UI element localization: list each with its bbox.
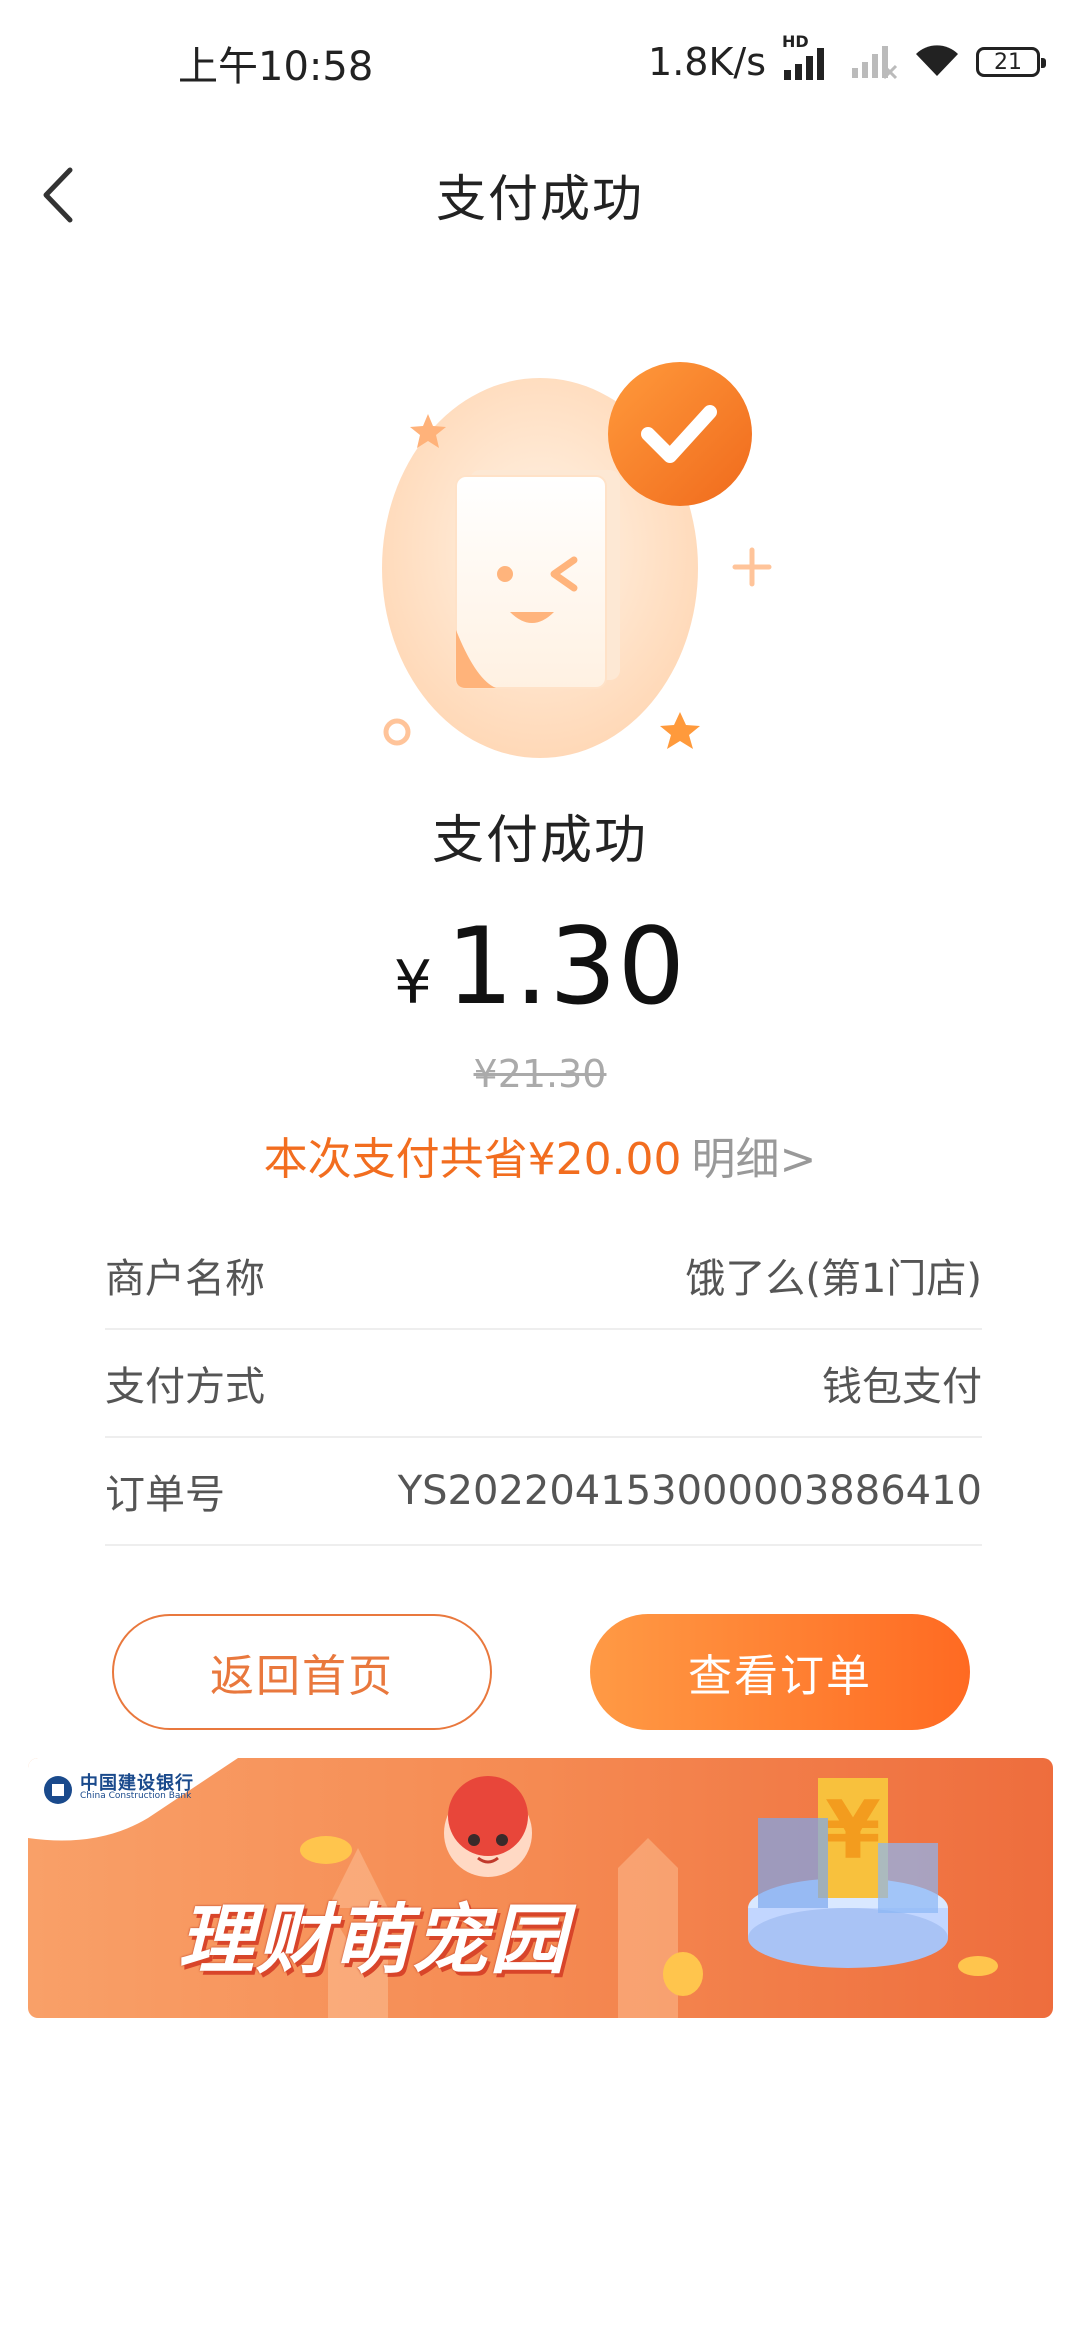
- saving-text: 本次支付共省¥20.00: [263, 1134, 682, 1185]
- success-title: 支付成功: [431, 811, 648, 871]
- amount-value: 1.30: [446, 905, 687, 1028]
- info-label: 商户名称: [105, 1256, 265, 1302]
- signal-icon: HD: [780, 32, 836, 84]
- original-amount: ¥21.30: [473, 1052, 607, 1096]
- wifi-icon: [912, 40, 962, 84]
- view-order-button[interactable]: 查看订单: [590, 1614, 970, 1730]
- svg-text:¥: ¥: [825, 1784, 881, 1877]
- order-number-row: 订单号 YS20220415300000388641​0: [105, 1438, 982, 1546]
- payment-success-illustration: [0, 320, 1080, 780]
- promo-banner[interactable]: ¥ 中国建设银行 China Construction Bank 理财萌宠园: [28, 1758, 1053, 2018]
- status-time: 上午10:58: [178, 44, 374, 90]
- hd-label: HD: [782, 32, 809, 51]
- page-title: 支付成功: [436, 170, 644, 228]
- back-home-button[interactable]: 返回首页: [112, 1614, 492, 1730]
- signal-weak-icon: [850, 38, 898, 86]
- battery-level: 21: [994, 49, 1022, 75]
- bank-logo-icon: [44, 1776, 72, 1804]
- info-value: 饿了么(第1门店): [685, 1256, 982, 1302]
- currency-symbol: ¥: [393, 948, 433, 1018]
- saving-row: 本次支付共省¥20.00 明细>: [0, 1123, 1080, 1187]
- battery-icon: 21: [976, 47, 1046, 77]
- status-bar: 上午10:58 1.8K/s HD 21: [0, 0, 1080, 120]
- banner-bank-en: China Construction Bank: [80, 1791, 192, 1801]
- header: 支付成功: [0, 120, 1080, 270]
- banner-slogan: 理财萌宠园: [178, 1895, 568, 1984]
- info-value: YS20220415300000388641​0: [397, 1468, 982, 1514]
- info-label: 订单号: [105, 1472, 225, 1518]
- info-value: 钱包支付: [822, 1364, 982, 1410]
- info-label: 支付方式: [105, 1364, 265, 1410]
- order-info-list: 商户名称 饿了么(第1门店) 支付方式 钱包支付 订单号 YS202204153…: [105, 1222, 982, 1546]
- detail-link[interactable]: 明细>: [692, 1134, 817, 1185]
- paid-amount: ¥ 1.30: [0, 905, 1080, 1028]
- network-speed: 1.8K/s: [648, 40, 766, 84]
- merchant-row: 商户名称 饿了么(第1门店): [105, 1222, 982, 1330]
- payment-method-row: 支付方式 钱包支付: [105, 1330, 982, 1438]
- status-icons: 1.8K/s HD 21: [648, 32, 1046, 90]
